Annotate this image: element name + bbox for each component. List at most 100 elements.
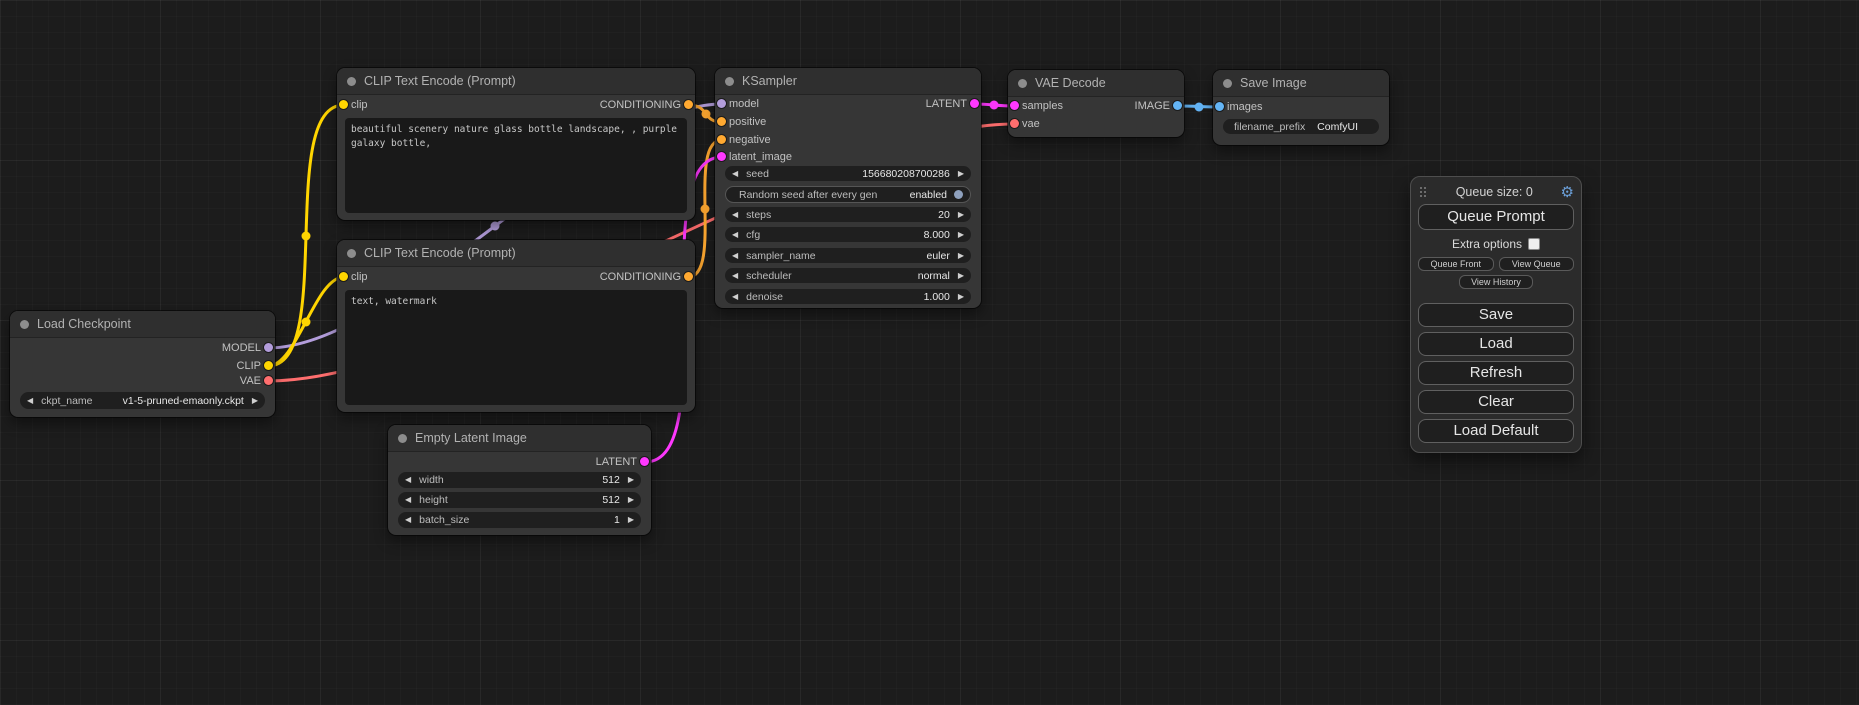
slot-dot-latent-output[interactable] <box>970 99 979 108</box>
slot-dot-samples-input[interactable] <box>1010 101 1019 110</box>
widget-value: 8.000 <box>760 229 950 241</box>
node-save-image-titlebar[interactable]: Save Image <box>1213 70 1389 97</box>
node-clip-text-encode-negative[interactable]: CLIP Text Encode (Prompt) clip CONDITION… <box>337 240 695 412</box>
collapse-toggle-icon[interactable] <box>398 434 407 443</box>
node-clip-negative-titlebar[interactable]: CLIP Text Encode (Prompt) <box>337 240 695 267</box>
increment-arrow-icon[interactable]: ▶ <box>958 272 964 280</box>
node-vae-decode-titlebar[interactable]: VAE Decode <box>1008 70 1184 97</box>
widget-batch-size[interactable]: ◀ batch_size 1 ▶ <box>398 512 641 528</box>
view-queue-button[interactable]: View Queue <box>1499 257 1575 271</box>
node-ksampler[interactable]: KSampler model positive negative latent_… <box>715 68 981 308</box>
slot-dot-vae-input[interactable] <box>1010 119 1019 128</box>
refresh-button[interactable]: Refresh <box>1418 361 1574 385</box>
collapse-toggle-icon[interactable] <box>725 77 734 86</box>
link-midpoint-dot <box>1195 103 1204 112</box>
decrement-arrow-icon[interactable]: ◀ <box>732 231 738 239</box>
collapse-toggle-icon[interactable] <box>1223 79 1232 88</box>
load-default-button[interactable]: Load Default <box>1418 419 1574 443</box>
node-vae-decode[interactable]: VAE Decode samples vae IMAGE <box>1008 70 1184 137</box>
slot-dot-images-input[interactable] <box>1215 102 1224 111</box>
widget-sampler-name[interactable]: ◀ sampler_name euler ▶ <box>725 248 971 263</box>
toggle-state-icon[interactable] <box>954 190 963 199</box>
collapse-toggle-icon[interactable] <box>347 77 356 86</box>
view-history-button[interactable]: View History <box>1459 275 1533 289</box>
prompt-textarea[interactable]: beautiful scenery nature glass bottle la… <box>345 118 687 213</box>
slot-dot-latent-image-input[interactable] <box>717 152 726 161</box>
increment-arrow-icon[interactable]: ▶ <box>958 211 964 219</box>
extra-options-label: Extra options <box>1452 237 1522 251</box>
decrement-arrow-icon[interactable]: ◀ <box>27 397 33 405</box>
increment-arrow-icon[interactable]: ▶ <box>958 231 964 239</box>
slot-dot-conditioning-output[interactable] <box>684 272 693 281</box>
widget-height[interactable]: ◀ height 512 ▶ <box>398 492 641 508</box>
widget-ckpt-name[interactable]: ◀ ckpt_name v1-5-pruned-emaonly.ckpt ▶ <box>20 392 265 409</box>
slot-dot-clip-input[interactable] <box>339 272 348 281</box>
node-ksampler-titlebar[interactable]: KSampler <box>715 68 981 95</box>
widget-name: height <box>419 494 448 506</box>
node-clip-text-encode-positive[interactable]: CLIP Text Encode (Prompt) clip CONDITION… <box>337 68 695 220</box>
decrement-arrow-icon[interactable]: ◀ <box>732 211 738 219</box>
input-slot-model: model <box>729 97 759 111</box>
widget-value: 1 <box>469 514 619 526</box>
collapse-toggle-icon[interactable] <box>20 320 29 329</box>
node-empty-latent-image[interactable]: Empty Latent Image LATENT ◀ width 512 ▶ … <box>388 425 651 535</box>
collapse-toggle-icon[interactable] <box>347 249 356 258</box>
save-button[interactable]: Save <box>1418 303 1574 327</box>
increment-arrow-icon[interactable]: ▶ <box>958 170 964 178</box>
link-midpoint-dot <box>302 318 311 327</box>
widget-value: euler <box>816 250 950 262</box>
prompt-textarea[interactable]: text, watermark <box>345 290 687 405</box>
slot-dot-image-output[interactable] <box>1173 101 1182 110</box>
widget-filename-prefix[interactable]: filename_prefix ComfyUI <box>1223 119 1379 134</box>
slot-dot-clip-input[interactable] <box>339 100 348 109</box>
widget-name: steps <box>746 209 771 221</box>
increment-arrow-icon[interactable]: ▶ <box>628 496 634 504</box>
slot-dot-model-output[interactable] <box>264 343 273 352</box>
decrement-arrow-icon[interactable]: ◀ <box>405 516 411 524</box>
node-empty-latent-titlebar[interactable]: Empty Latent Image <box>388 425 651 452</box>
queue-prompt-button[interactable]: Queue Prompt <box>1418 204 1574 230</box>
widget-cfg[interactable]: ◀ cfg 8.000 ▶ <box>725 227 971 242</box>
output-slot-latent: LATENT <box>596 455 637 469</box>
slot-dot-vae-output[interactable] <box>264 376 273 385</box>
increment-arrow-icon[interactable]: ▶ <box>628 516 634 524</box>
extra-options-checkbox[interactable] <box>1528 238 1540 250</box>
node-clip-positive-titlebar[interactable]: CLIP Text Encode (Prompt) <box>337 68 695 95</box>
decrement-arrow-icon[interactable]: ◀ <box>732 293 738 301</box>
node-title: Empty Latent Image <box>415 431 527 445</box>
decrement-arrow-icon[interactable]: ◀ <box>732 252 738 260</box>
collapse-toggle-icon[interactable] <box>1018 79 1027 88</box>
clear-button[interactable]: Clear <box>1418 390 1574 414</box>
slot-dot-clip-output[interactable] <box>264 361 273 370</box>
widget-random-seed-toggle[interactable]: Random seed after every gen enabled <box>725 186 971 203</box>
input-slot-samples: samples <box>1022 99 1063 113</box>
slot-dot-negative-input[interactable] <box>717 135 726 144</box>
node-save-image[interactable]: Save Image images filename_prefix ComfyU… <box>1213 70 1389 145</box>
increment-arrow-icon[interactable]: ▶ <box>958 293 964 301</box>
widget-value: 20 <box>771 209 950 221</box>
node-load-checkpoint[interactable]: Load Checkpoint MODEL CLIP VAE ◀ ckpt_na… <box>10 311 275 417</box>
increment-arrow-icon[interactable]: ▶ <box>252 397 258 405</box>
decrement-arrow-icon[interactable]: ◀ <box>732 272 738 280</box>
node-load-checkpoint-titlebar[interactable]: Load Checkpoint <box>10 311 275 338</box>
increment-arrow-icon[interactable]: ▶ <box>628 476 634 484</box>
slot-dot-model-input[interactable] <box>717 99 726 108</box>
load-button[interactable]: Load <box>1418 332 1574 356</box>
widget-seed[interactable]: ◀ seed 156680208700286 ▶ <box>725 166 971 181</box>
decrement-arrow-icon[interactable]: ◀ <box>405 476 411 484</box>
widget-steps[interactable]: ◀ steps 20 ▶ <box>725 207 971 222</box>
widget-scheduler[interactable]: ◀ scheduler normal ▶ <box>725 268 971 283</box>
widget-width[interactable]: ◀ width 512 ▶ <box>398 472 641 488</box>
widget-denoise[interactable]: ◀ denoise 1.000 ▶ <box>725 289 971 304</box>
decrement-arrow-icon[interactable]: ◀ <box>405 496 411 504</box>
drag-handle-icon[interactable] <box>1418 186 1428 198</box>
decrement-arrow-icon[interactable]: ◀ <box>732 170 738 178</box>
slot-dot-positive-input[interactable] <box>717 117 726 126</box>
node-title: KSampler <box>742 74 797 88</box>
node-canvas[interactable]: Load Checkpoint MODEL CLIP VAE ◀ ckpt_na… <box>0 0 1859 705</box>
queue-front-button[interactable]: Queue Front <box>1418 257 1494 271</box>
increment-arrow-icon[interactable]: ▶ <box>958 252 964 260</box>
slot-dot-latent-output[interactable] <box>640 457 649 466</box>
slot-dot-conditioning-output[interactable] <box>684 100 693 109</box>
settings-gear-icon[interactable]: ⚙ <box>1561 185 1574 200</box>
